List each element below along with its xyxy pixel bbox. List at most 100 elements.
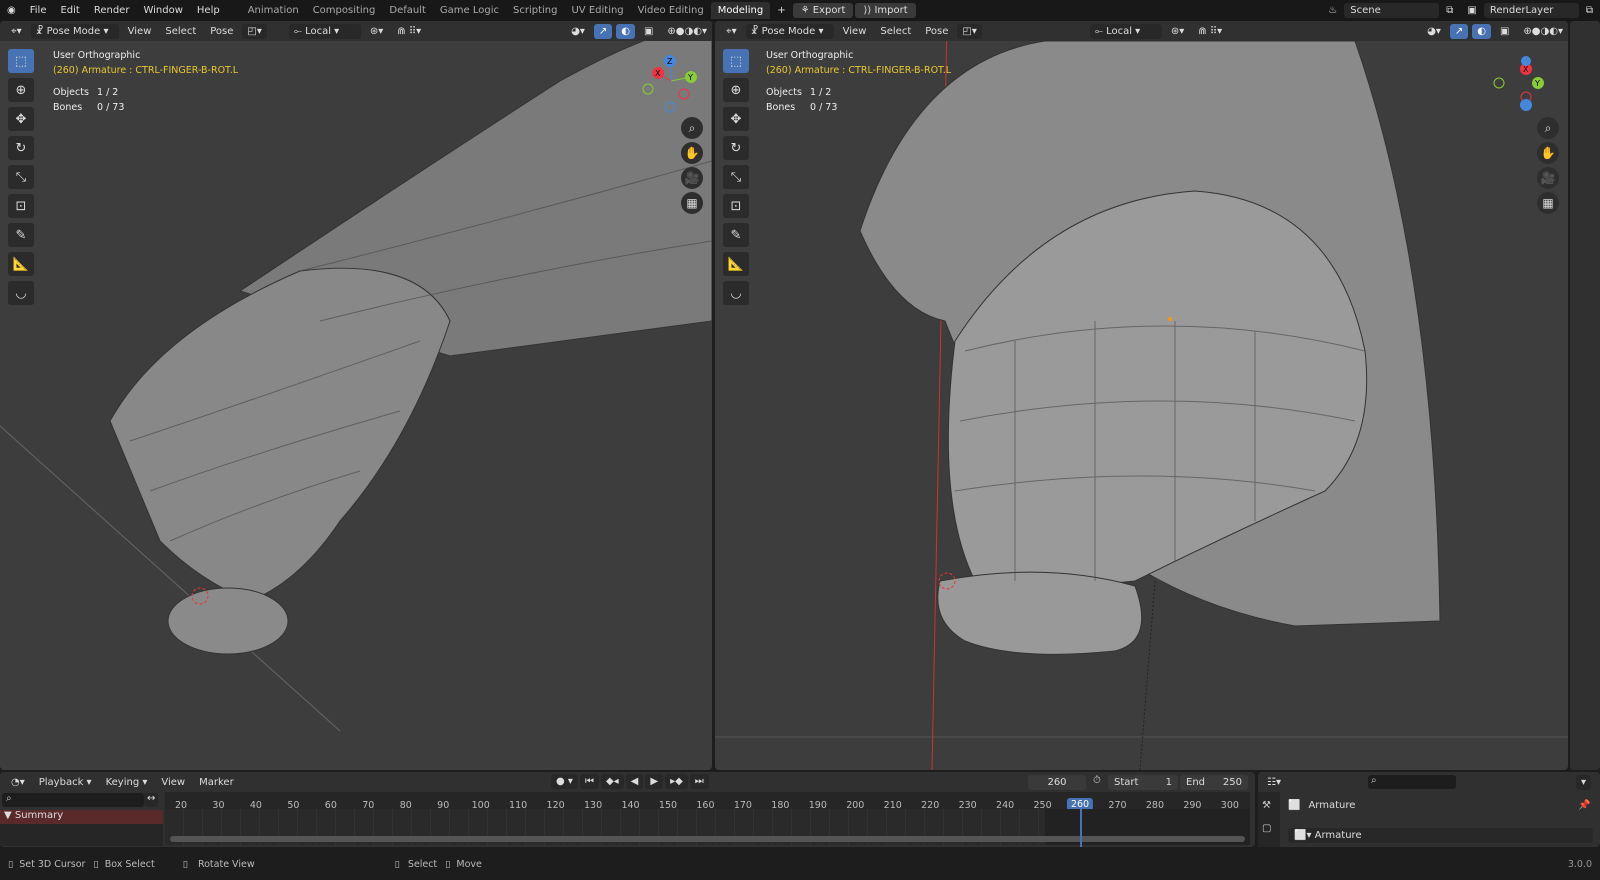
scale-tool-icon[interactable]: ⤡	[723, 165, 749, 189]
rotate-tool-icon[interactable]: ↻	[8, 136, 34, 160]
move-tool-icon[interactable]: ✥	[8, 107, 34, 131]
viewport-left[interactable]: ⌖▾ ☧ Pose Mode ▾ View Select Pose ◰▾ ⟜ L…	[0, 21, 712, 770]
pan-hand-icon[interactable]: ✋	[681, 142, 703, 164]
scale-tool-icon[interactable]: ⤡	[8, 165, 34, 189]
xray-icon[interactable]: ▣	[1495, 24, 1514, 39]
annotate-tool-icon[interactable]: ✎	[723, 223, 749, 247]
keying-menu[interactable]: Keying ▾	[101, 775, 153, 790]
properties-search-input[interactable]: ⌕	[1368, 775, 1456, 789]
tab-compositing[interactable]: Compositing	[306, 2, 383, 19]
cursor-tool-icon[interactable]: ⊕	[723, 78, 749, 102]
menu-edit[interactable]: Edit	[53, 5, 86, 16]
viewport-right[interactable]: ⌖▾ ☧ Pose Mode ▾ View Select Pose ◰▾ ⟜ L…	[715, 21, 1568, 770]
grid-icon[interactable]: ▦	[1537, 192, 1559, 214]
tool-tab-icon[interactable]: ⚒	[1258, 792, 1280, 819]
blender-logo-icon[interactable]: ◉	[0, 5, 23, 16]
xray-icon[interactable]: ▣	[639, 24, 658, 39]
tab-default[interactable]: Default	[382, 2, 433, 19]
mode-select[interactable]: ☧ Pose Mode ▾	[745, 23, 834, 39]
timeline-scrollbar[interactable]	[170, 836, 1245, 842]
timeline-view-menu[interactable]: View	[156, 775, 190, 790]
marker-menu[interactable]: Marker	[194, 775, 239, 790]
cursor-tool-icon[interactable]: ⊕	[8, 78, 34, 102]
menu-render[interactable]: Render	[87, 5, 137, 16]
jump-start-button[interactable]: ⏮	[579, 774, 599, 789]
object-tab-icon[interactable]: ▢	[1258, 819, 1280, 838]
mode-select[interactable]: ☧ Pose Mode ▾	[30, 23, 119, 39]
gizmo-toggle-icon[interactable]: ↗	[1449, 23, 1469, 39]
tab-scripting[interactable]: Scripting	[506, 2, 564, 19]
sync-icon[interactable]: ↔	[144, 793, 159, 807]
scene-icon[interactable]: ♨	[1321, 5, 1344, 16]
select-tool-icon[interactable]: ⬚	[723, 49, 749, 73]
visibility-icon[interactable]: ◕▾	[566, 24, 590, 39]
orientation-select[interactable]: ⟜ Local ▾	[1089, 23, 1162, 39]
end-frame-field[interactable]: End 250	[1180, 775, 1248, 790]
grid-icon[interactable]: ▦	[681, 192, 703, 214]
menu-file[interactable]: File	[23, 5, 54, 16]
zoom-icon[interactable]: ⌕	[681, 117, 703, 139]
current-frame-field[interactable]: 260	[1028, 775, 1086, 790]
import-button[interactable]: ⟩⟩ Import	[855, 3, 916, 18]
scene-field[interactable]: Scene	[1344, 3, 1440, 18]
next-keyframe-button[interactable]: ▸◆	[665, 774, 688, 789]
play-button[interactable]: ▶	[645, 774, 664, 789]
navigation-gizmo[interactable]: Y X Z	[636, 51, 706, 121]
armature-data-field[interactable]: ⬜▾ Armature	[1288, 828, 1593, 843]
editor-type-icon[interactable]: ⌖▾	[721, 24, 742, 39]
jump-end-button[interactable]: ⏭	[689, 774, 709, 789]
relax-tool-icon[interactable]: ◡	[8, 281, 34, 305]
add-workspace-button[interactable]: +	[770, 5, 792, 16]
summary-channel[interactable]: ▼ Summary	[0, 810, 163, 824]
shading-modes-icon[interactable]: ⊕●◑◐▾	[662, 24, 712, 39]
properties-editor-icon[interactable]: ☷▾	[1262, 775, 1286, 790]
measure-tool-icon[interactable]: 📐	[8, 252, 34, 276]
visibility-icon[interactable]: ◕▾	[1422, 24, 1446, 39]
menu-select[interactable]: Select	[160, 24, 201, 39]
pivot-icon[interactable]: ⊛▾	[1166, 24, 1189, 39]
select-tool-icon[interactable]: ⬚	[8, 49, 34, 73]
camera-icon[interactable]: 🎥	[681, 167, 703, 189]
prev-keyframe-button[interactable]: ◆◂	[600, 774, 624, 789]
menu-view[interactable]: View	[838, 24, 872, 39]
copy-layer-icon[interactable]: ⧉	[1579, 5, 1600, 16]
move-tool-icon[interactable]: ✥	[723, 107, 749, 131]
playhead[interactable]	[1080, 809, 1082, 847]
tab-modeling[interactable]: Modeling	[710, 2, 771, 19]
shading-modes-icon[interactable]: ⊕●◑◐▾	[1518, 24, 1568, 39]
export-button[interactable]: ⚘ Export	[792, 3, 854, 18]
channel-search-input[interactable]: ⌕	[2, 793, 144, 807]
menu-pose[interactable]: Pose	[920, 24, 953, 39]
copy-scene-icon[interactable]: ⧉	[1439, 5, 1460, 16]
record-button[interactable]: ● ▾	[551, 774, 578, 789]
pivot-icon[interactable]: ⊛▾	[365, 24, 388, 39]
render-layer-field[interactable]: RenderLayer	[1483, 3, 1579, 18]
snap-icon[interactable]: ⋒ ⠿▾	[392, 24, 426, 39]
menu-help[interactable]: Help	[190, 5, 227, 16]
measure-tool-icon[interactable]: 📐	[723, 252, 749, 276]
playback-menu[interactable]: Playback ▾	[34, 775, 97, 790]
camera-icon[interactable]: 🎥	[1537, 167, 1559, 189]
tab-video-editing[interactable]: Video Editing	[631, 2, 711, 19]
pin-icon[interactable]: 📌	[1578, 800, 1590, 811]
editor-type-icon[interactable]: ⌖▾	[6, 24, 27, 39]
menu-pose[interactable]: Pose	[205, 24, 238, 39]
gizmo-toggle-icon[interactable]: ↗	[593, 23, 613, 39]
relax-tool-icon[interactable]: ◡	[723, 281, 749, 305]
pan-hand-icon[interactable]: ✋	[1537, 142, 1559, 164]
overlay-toggle-icon[interactable]: ◐	[616, 23, 635, 39]
properties-options-icon[interactable]: ▾	[1576, 775, 1592, 790]
zoom-icon[interactable]: ⌕	[1537, 117, 1559, 139]
timeline-editor-icon[interactable]: ◔▾	[6, 775, 30, 790]
transform-tool-icon[interactable]: ⊡	[8, 194, 34, 218]
rotate-tool-icon[interactable]: ↻	[723, 136, 749, 160]
transform-tool-icon[interactable]: ⊡	[723, 194, 749, 218]
orientation-select[interactable]: ⟜ Local ▾	[288, 23, 361, 39]
annotate-tool-icon[interactable]: ✎	[8, 223, 34, 247]
overlay-toggle-icon[interactable]: ◐	[1472, 23, 1491, 39]
tab-uv-editing[interactable]: UV Editing	[564, 2, 630, 19]
tab-animation[interactable]: Animation	[241, 2, 306, 19]
stopwatch-icon[interactable]: ⏱	[1093, 775, 1101, 786]
play-reverse-button[interactable]: ◀	[625, 774, 644, 789]
start-frame-field[interactable]: Start 1	[1108, 775, 1178, 790]
